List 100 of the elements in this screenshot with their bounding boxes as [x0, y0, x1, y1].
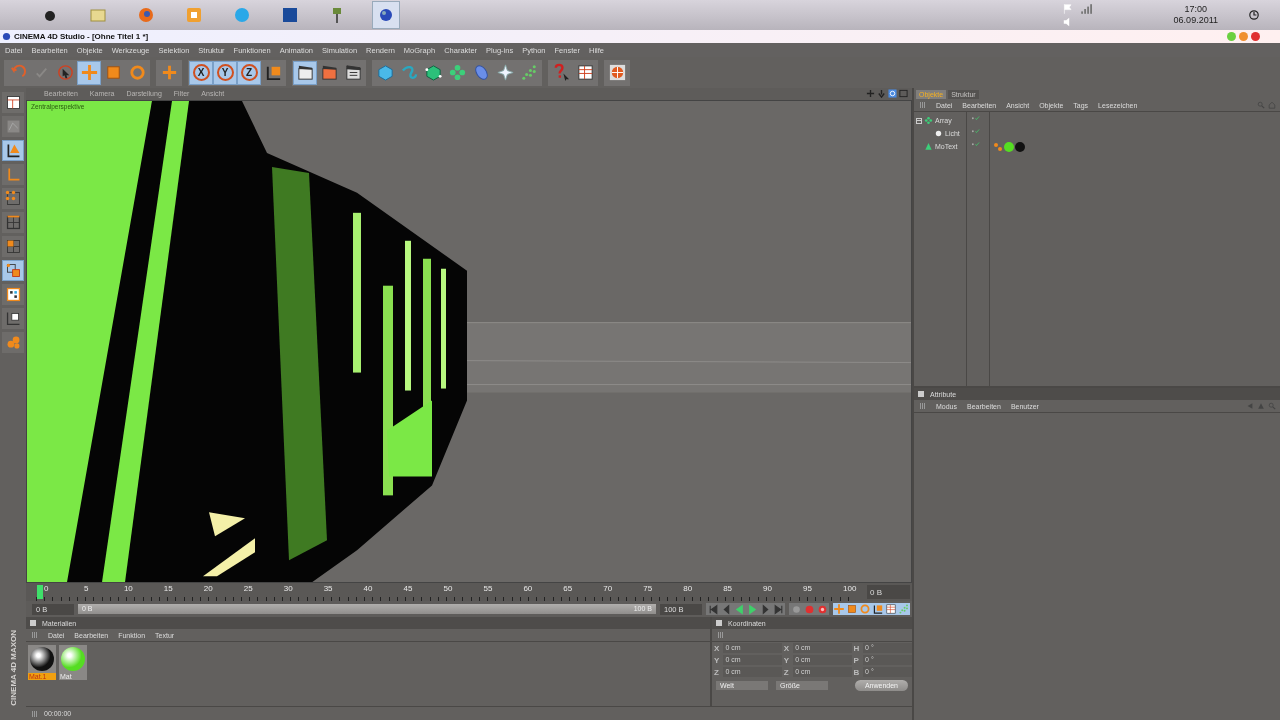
polygons-mode-button[interactable] — [2, 236, 24, 257]
move-tool-button[interactable] — [77, 60, 101, 85]
phong-tag-icon[interactable] — [993, 141, 1003, 152]
workplane-icon — [4, 310, 22, 327]
taskbar-button[interactable] — [372, 1, 400, 29]
pan-icon — [866, 89, 875, 99]
frame-label: 70 — [603, 584, 613, 594]
layout-icon — [4, 94, 22, 111]
orbit-icon — [888, 89, 897, 99]
search-icon — [1257, 101, 1265, 109]
playhead[interactable] — [37, 585, 43, 600]
clock-icon — [1248, 9, 1260, 21]
chat-icon — [232, 5, 252, 25]
axis-lock-button[interactable]: Z — [237, 60, 261, 85]
scale-icon — [846, 603, 858, 616]
logo-text: CINEMA 4D — [8, 662, 18, 706]
frame-label: 35 — [323, 584, 333, 594]
axis-label: P — [853, 655, 860, 665]
uv-mode-button[interactable] — [2, 260, 24, 281]
layout-icon — [885, 603, 897, 616]
axis-label: Z — [783, 667, 790, 677]
frame-label: 10 — [123, 584, 133, 594]
axis-lock-button[interactable]: Y — [213, 60, 237, 85]
axis-lock-button[interactable]: X — [189, 60, 213, 85]
render-settings-icon — [343, 63, 363, 82]
dolly-icon — [877, 89, 886, 99]
axis-label: X — [783, 643, 791, 653]
axis-label: B — [853, 667, 861, 677]
layout-icon — [575, 63, 595, 82]
axis-label: Y — [714, 655, 721, 665]
panel-icon — [716, 620, 722, 627]
axis-label: Z — [714, 667, 720, 677]
frame-label: 45 — [403, 584, 413, 594]
web-icon — [607, 63, 627, 82]
frame-label: 90 — [763, 584, 772, 594]
record-icon — [816, 603, 828, 615]
first-frame-button[interactable] — [707, 603, 719, 616]
key-mode-button[interactable] — [885, 603, 897, 616]
frame-label: 15 — [163, 584, 173, 594]
frame-label: 85 — [723, 584, 733, 594]
maximize-view-icon — [899, 89, 908, 99]
points-mode-button[interactable] — [2, 188, 24, 209]
move-icon — [833, 603, 845, 616]
frame-label: 65 — [563, 584, 573, 594]
auto-key-button[interactable] — [816, 603, 828, 616]
last-frame-button[interactable] — [772, 603, 784, 616]
frame-label: 95 — [803, 584, 812, 594]
axis-label: H — [853, 643, 861, 653]
frame-label: 55 — [483, 584, 493, 594]
frame-label: 25 — [243, 584, 253, 594]
clock-date: 06.09.2011 — [1173, 15, 1218, 26]
play-button[interactable] — [746, 603, 758, 616]
render-icon — [319, 63, 339, 82]
key-mode-button[interactable] — [872, 603, 884, 616]
cube-icon — [375, 63, 395, 82]
render-view-icon — [295, 63, 315, 82]
circle-icon — [790, 603, 802, 615]
particles-icon — [898, 603, 910, 616]
move-icon — [79, 63, 99, 82]
rotate-icon — [127, 63, 147, 82]
frame-label: 40 — [363, 584, 373, 594]
layout-mode-button[interactable] — [2, 92, 24, 113]
edges-mode-button[interactable] — [2, 212, 24, 233]
minimize-button[interactable] — [1239, 32, 1248, 41]
material-tag[interactable] — [1015, 141, 1025, 152]
axis-label: X — [714, 643, 721, 653]
texture-mode-button[interactable] — [2, 284, 24, 305]
frame-label: 30 — [283, 584, 293, 594]
model-mode-button[interactable] — [2, 140, 24, 161]
play-backward-button[interactable] — [733, 603, 745, 616]
render-view-tool-button[interactable] — [293, 60, 317, 85]
frame-label: 60 — [523, 584, 533, 594]
frame-label: 75 — [643, 584, 653, 594]
logo-text: MAXON — [8, 629, 18, 660]
scene-icon — [495, 63, 515, 82]
expand-toggle[interactable] — [916, 117, 922, 124]
frame-label: 5 — [83, 584, 89, 594]
panel-icon — [30, 620, 36, 627]
rotate-icon — [859, 603, 871, 616]
flag-icon — [1061, 2, 1074, 15]
panel-icon — [918, 391, 924, 397]
text-object-icon — [924, 142, 933, 151]
coords-icon — [872, 603, 884, 616]
polygons-icon — [4, 238, 22, 255]
close-button[interactable] — [1251, 32, 1260, 41]
points-icon — [4, 190, 22, 207]
keyframe-button[interactable] — [790, 603, 802, 616]
timeline-ruler[interactable]: 0 5 10 15 20 25 30 35 40 45 50 55 60 65 70 75 80 85 90 95 100 — [36, 583, 855, 602]
playback-icon — [707, 603, 719, 615]
current-frame-field[interactable]: 0 B — [867, 585, 910, 600]
axis-label: Y — [783, 655, 791, 665]
browser-icon — [136, 5, 156, 25]
array-icon — [447, 63, 467, 82]
search-icon — [1268, 402, 1276, 410]
material-tag[interactable] — [1004, 141, 1014, 152]
material-preview[interactable] — [30, 647, 54, 672]
workplane-mode-button[interactable] — [2, 308, 24, 329]
frame-label: 20 — [203, 584, 213, 594]
previous-frame-button[interactable] — [720, 603, 732, 616]
signal-icon — [1079, 2, 1092, 15]
